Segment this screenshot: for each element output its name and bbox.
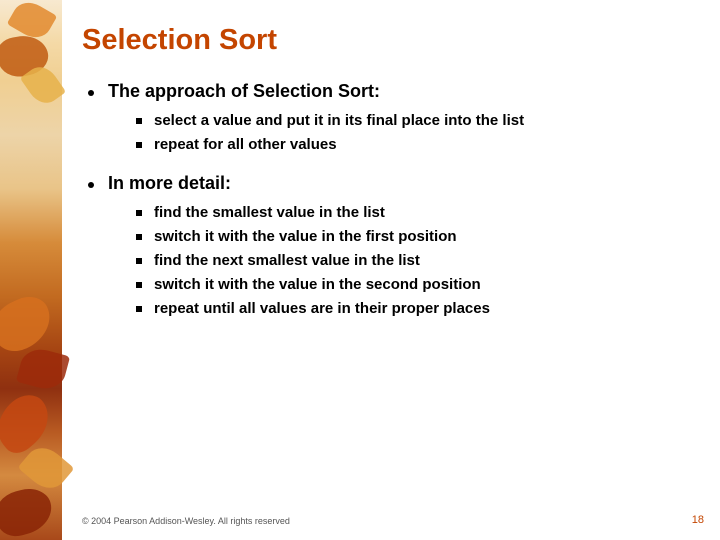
leaf-decoration bbox=[0, 484, 57, 540]
bullet-text: switch it with the value in the second p… bbox=[154, 276, 481, 293]
bullet-square-icon bbox=[136, 210, 142, 216]
bullet-level2: repeat for all other values bbox=[136, 136, 692, 153]
page-number: 18 bbox=[692, 514, 704, 526]
leaf-decoration bbox=[0, 290, 59, 359]
leaf-decoration bbox=[16, 345, 70, 394]
bullet-level1: The approach of Selection Sort: bbox=[88, 81, 692, 102]
bullet-square-icon bbox=[136, 234, 142, 240]
bullet-square-icon bbox=[136, 118, 142, 124]
bullet-level2: switch it with the value in the first po… bbox=[136, 228, 692, 245]
bullet-level2: switch it with the value in the second p… bbox=[136, 276, 692, 293]
bullet-dot-icon bbox=[88, 90, 94, 96]
decorative-sidebar bbox=[0, 0, 62, 540]
bullet-level2: find the next smallest value in the list bbox=[136, 252, 692, 269]
bullet-level2: repeat until all values are in their pro… bbox=[136, 300, 692, 317]
bullet-square-icon bbox=[136, 258, 142, 264]
slide-title: Selection Sort bbox=[82, 24, 692, 57]
bullet-text: repeat for all other values bbox=[154, 136, 337, 153]
bullet-dot-icon bbox=[88, 182, 94, 188]
bullet-level1: In more detail: bbox=[88, 173, 692, 194]
bullet-square-icon bbox=[136, 282, 142, 288]
bullet-text: find the smallest value in the list bbox=[154, 204, 385, 221]
bullet-text: find the next smallest value in the list bbox=[154, 252, 420, 269]
bullet-text: switch it with the value in the first po… bbox=[154, 228, 457, 245]
bullet-level2: select a value and put it in its final p… bbox=[136, 112, 692, 129]
bullet-text: The approach of Selection Sort: bbox=[108, 81, 380, 102]
bullet-text: repeat until all values are in their pro… bbox=[154, 300, 490, 317]
copyright-footer: © 2004 Pearson Addison-Wesley. All right… bbox=[82, 516, 290, 526]
sub-bullet-list: find the smallest value in the list swit… bbox=[136, 204, 692, 317]
bullet-text: In more detail: bbox=[108, 173, 231, 194]
sub-bullet-list: select a value and put it in its final p… bbox=[136, 112, 692, 153]
bullet-square-icon bbox=[136, 142, 142, 148]
bullet-text: select a value and put it in its final p… bbox=[154, 112, 524, 129]
leaf-decoration bbox=[0, 387, 60, 460]
bullet-square-icon bbox=[136, 306, 142, 312]
slide-content: Selection Sort The approach of Selection… bbox=[82, 24, 692, 337]
bullet-level2: find the smallest value in the list bbox=[136, 204, 692, 221]
